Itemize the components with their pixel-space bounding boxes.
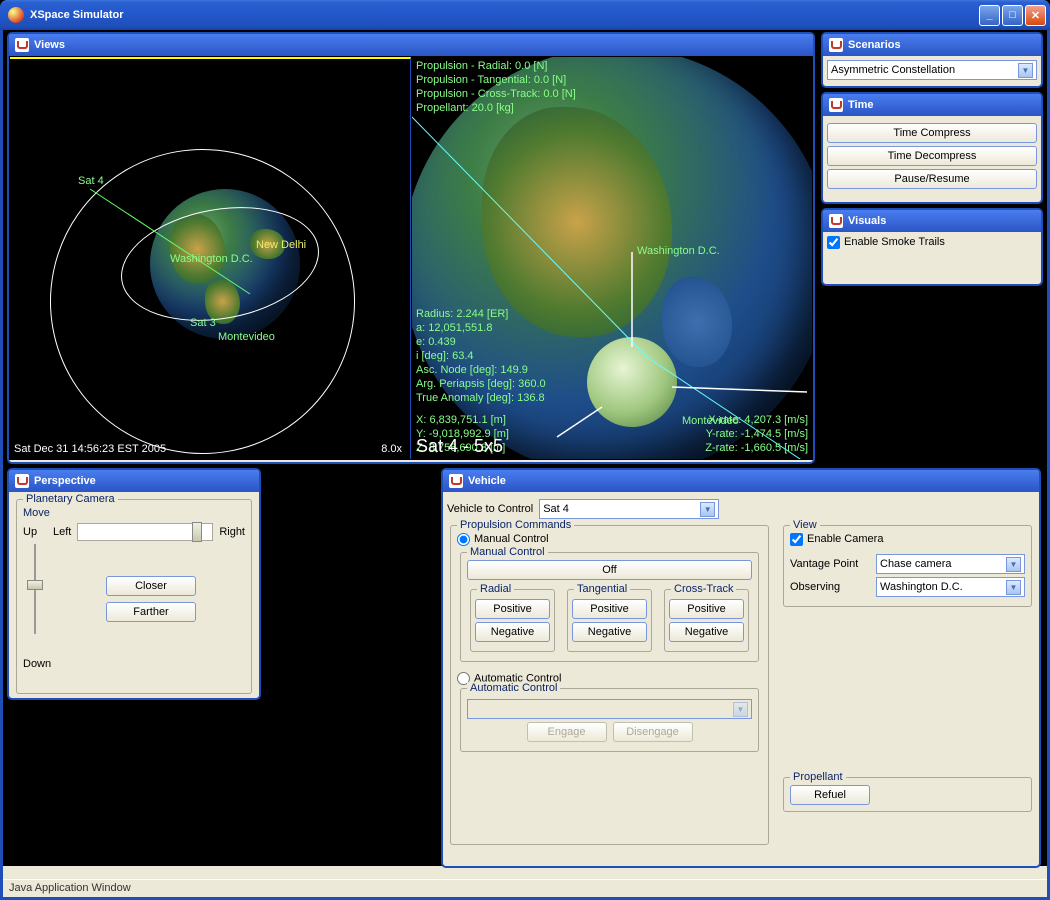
app-window: XSpace Simulator _ □ ✕ Views (0, 0, 1050, 900)
radial-negative-button[interactable]: Negative (475, 622, 550, 642)
java-icon (829, 38, 843, 52)
label-washington: Washington D.C. (170, 253, 253, 265)
engage-button: Engage (527, 722, 607, 742)
satellite-body (587, 337, 677, 427)
label-washington-2: Washington D.C. (637, 245, 720, 257)
app-icon (8, 7, 24, 23)
views-frame: Views Sat 4 Sat 3 Ne (7, 32, 815, 464)
chevron-down-icon: ▼ (700, 502, 715, 517)
chevron-down-icon: ▼ (733, 702, 748, 717)
crosstrack-group: Cross-Track (671, 583, 736, 595)
time-decompress-button[interactable]: Time Decompress (827, 146, 1037, 166)
time-frame: Time Time Compress Time Decompress Pause… (821, 92, 1043, 204)
left-label: Left (53, 526, 71, 538)
manual-control-group: Manual Control (467, 546, 548, 558)
planetary-view[interactable]: Sat 4 Sat 3 New Delhi Washington D.C. Mo… (10, 57, 411, 459)
scenarios-frame: Scenarios Asymmetric Constellation ▼ (821, 32, 1043, 88)
java-icon (15, 474, 29, 488)
scenarios-title: Scenarios (848, 39, 901, 51)
visuals-frame: Visuals Enable Smoke Trails (821, 208, 1043, 286)
observing-select[interactable]: Washington D.C. ▼ (876, 577, 1025, 597)
crosstrack-positive-button[interactable]: Positive (669, 599, 744, 619)
statusbar: Java Application Window (3, 879, 1047, 897)
chase-view-title: Sat 4 - 5x5 (416, 436, 503, 457)
perspective-frame: Perspective Planetary Camera Move Up Lef… (7, 468, 261, 700)
propellant-group: Propellant (790, 771, 846, 783)
enable-camera-checkbox[interactable]: Enable Camera (790, 533, 883, 545)
off-button[interactable]: Off (467, 560, 752, 580)
label-montevideo: Montevideo (218, 331, 275, 343)
tilt-slider[interactable] (26, 544, 44, 634)
maximize-button[interactable]: □ (1002, 5, 1023, 26)
tangential-positive-button[interactable]: Positive (572, 599, 647, 619)
label-newdelhi: New Delhi (256, 239, 306, 251)
tangential-group: Tangential (574, 583, 630, 595)
vantage-select[interactable]: Chase camera ▼ (876, 554, 1025, 574)
automatic-control-group: Automatic Control (467, 682, 560, 694)
refuel-button[interactable]: Refuel (790, 785, 870, 805)
view-timestamp: Sat Dec 31 14:56:23 EST 2005 (14, 443, 166, 455)
right-label: Right (219, 526, 245, 538)
propulsion-readout: Propulsion - Radial: 0.0 [N] Propulsion … (416, 59, 576, 115)
label-sat4: Sat 4 (78, 175, 104, 187)
titlebar[interactable]: XSpace Simulator _ □ ✕ (0, 0, 1050, 30)
scenario-value: Asymmetric Constellation (831, 64, 955, 76)
perspective-title: Perspective (34, 475, 96, 487)
up-label: Up (23, 526, 47, 538)
views-titlebar[interactable]: Views (9, 34, 813, 56)
vantage-label: Vantage Point (790, 558, 870, 570)
manual-control-radio[interactable]: Manual Control (457, 533, 549, 545)
down-label: Down (23, 658, 245, 670)
rate-readout: X-rate: 4,207.3 [m/s] Y-rate: -1,474.5 [… (705, 413, 808, 455)
radial-group: Radial (477, 583, 514, 595)
java-icon (15, 38, 29, 52)
smoke-trails-checkbox[interactable]: Enable Smoke Trails (827, 236, 945, 248)
disengage-button: Disengage (613, 722, 693, 742)
window-title: XSpace Simulator (30, 9, 124, 21)
crosstrack-negative-button[interactable]: Negative (669, 622, 744, 642)
views-title: Views (34, 39, 65, 51)
propulsion-group: Propulsion Commands (457, 519, 574, 531)
time-compress-button[interactable]: Time Compress (827, 123, 1037, 143)
closer-button[interactable]: Closer (106, 576, 196, 596)
radial-positive-button[interactable]: Positive (475, 599, 550, 619)
pan-slider[interactable] (77, 523, 213, 541)
label-sat3: Sat 3 (190, 317, 216, 329)
view-speed: 8.0x (381, 443, 402, 455)
visuals-title: Visuals (848, 215, 886, 227)
chevron-down-icon: ▼ (1018, 63, 1033, 78)
chase-view[interactable]: Washington D.C. Montevideo Propulsion - … (412, 57, 812, 459)
scenario-select[interactable]: Asymmetric Constellation ▼ (827, 60, 1037, 80)
farther-button[interactable]: Farther (106, 602, 196, 622)
vehicle-control-label: Vehicle to Control (447, 503, 533, 515)
move-label: Move (23, 507, 245, 519)
java-icon (829, 98, 843, 112)
tangential-negative-button[interactable]: Negative (572, 622, 647, 642)
chevron-down-icon: ▼ (1006, 580, 1021, 595)
minimize-button[interactable]: _ (979, 5, 1000, 26)
vehicle-select[interactable]: Sat 4 ▼ (539, 499, 719, 519)
vehicle-title: Vehicle (468, 475, 506, 487)
planetary-camera-group: Planetary Camera (23, 493, 118, 505)
vehicle-frame: Vehicle Vehicle to Control Sat 4 ▼ Propu… (441, 468, 1041, 868)
close-button[interactable]: ✕ (1025, 5, 1046, 26)
observing-label: Observing (790, 581, 870, 593)
auto-select: ▼ (467, 699, 752, 719)
pause-resume-button[interactable]: Pause/Resume (827, 169, 1037, 189)
java-icon (449, 474, 463, 488)
orbit-readout: Radius: 2.244 [ER] a: 12,051,551.8 e: 0.… (416, 307, 546, 405)
chevron-down-icon: ▼ (1006, 557, 1021, 572)
time-title: Time (848, 99, 873, 111)
view-group: View (790, 519, 820, 531)
java-icon (829, 214, 843, 228)
